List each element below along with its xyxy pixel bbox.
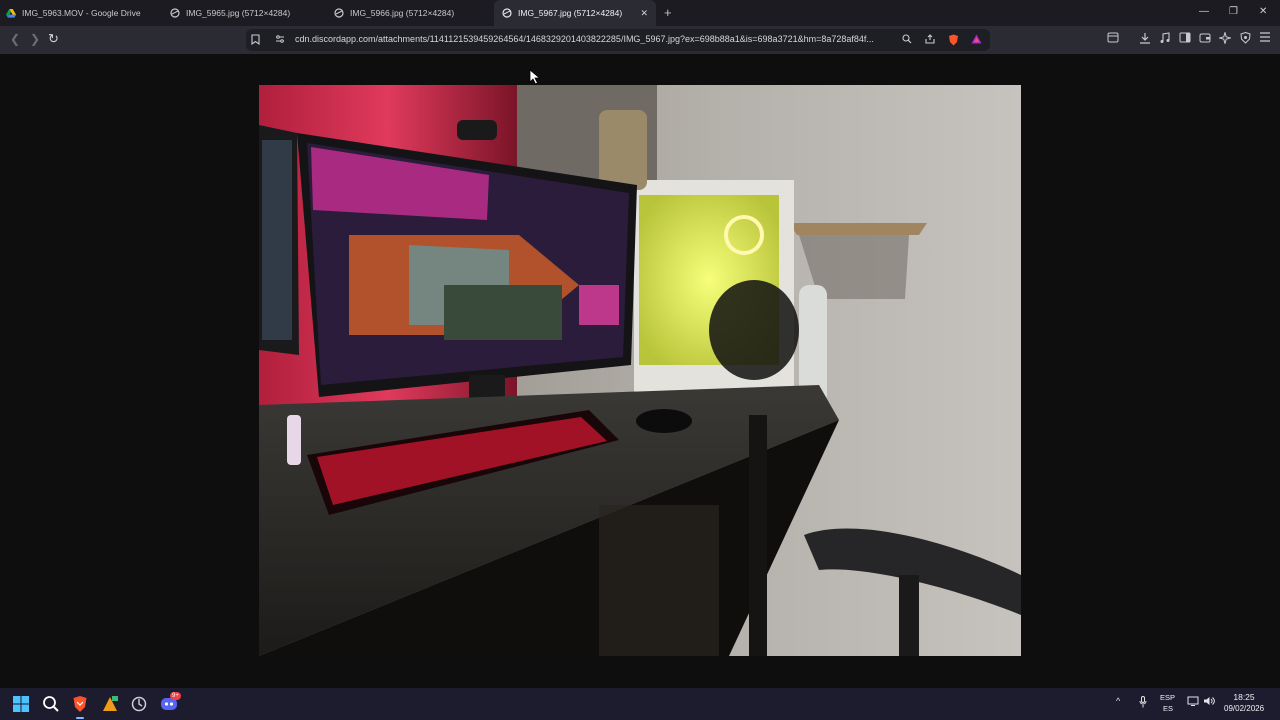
keyboard-layout[interactable]: ES: [1163, 704, 1173, 713]
menu-icon[interactable]: [1259, 32, 1271, 44]
minimize-button[interactable]: —: [1199, 6, 1209, 17]
forward-button[interactable]: ❯: [30, 32, 40, 46]
reload-button[interactable]: ↻: [48, 31, 59, 47]
globe-icon: [170, 8, 180, 18]
google-drive-icon: [6, 8, 16, 18]
tab-title: IMG_5963.MOV - Google Drive: [22, 8, 141, 18]
media-icon[interactable]: [1159, 32, 1171, 44]
brave-shields-icon[interactable]: [947, 34, 959, 46]
tab-title: IMG_5966.jpg (5712×4284): [350, 8, 455, 18]
new-tab-button[interactable]: +: [664, 5, 672, 20]
tab-title: IMG_5967.jpg (5712×4284): [518, 8, 623, 18]
tab-img-5966[interactable]: IMG_5966.jpg (5712×4284): [334, 0, 494, 26]
tab-search-icon[interactable]: [1107, 32, 1119, 44]
tab-img-5967[interactable]: IMG_5967.jpg (5712×4284) ✕: [494, 0, 656, 26]
sidebar-icon[interactable]: [1179, 32, 1191, 44]
address-bar[interactable]: cdn.discordapp.com/attachments/114112153…: [246, 29, 990, 51]
site-info-icon[interactable]: [274, 34, 286, 46]
clock-date[interactable]: 09/02/2026: [1224, 704, 1264, 713]
globe-icon: [334, 8, 344, 18]
desk-setup-photo[interactable]: [259, 85, 1021, 656]
discord-notification-badge: 9+: [170, 692, 181, 700]
clock-time[interactable]: 18:25: [1224, 692, 1264, 702]
windows-taskbar: 9+ ^ ESP ES 18:25 09/02/2026: [0, 688, 1280, 720]
show-hidden-icons-icon[interactable]: ^: [1116, 696, 1120, 706]
tab-strip: IMG_5963.MOV - Google Drive IMG_5965.jpg…: [0, 0, 1280, 26]
url-text: cdn.discordapp.com/attachments/114112153…: [295, 34, 874, 44]
brave-rewards-icon[interactable]: [970, 34, 982, 46]
tab-title: IMG_5965.jpg (5712×4284): [186, 8, 291, 18]
globe-icon: [502, 8, 512, 18]
browser-toolbar: ❮ ❯ ↻ cdn.discordapp.com/attachments/114…: [0, 26, 1280, 54]
zoom-icon[interactable]: [901, 34, 913, 46]
leo-ai-icon[interactable]: [1217, 30, 1233, 46]
network-icon[interactable]: [1187, 696, 1199, 708]
tab-img-5965[interactable]: IMG_5965.jpg (5712×4284): [170, 0, 330, 26]
close-tab-icon[interactable]: ✕: [640, 8, 648, 19]
app-icon[interactable]: [101, 695, 119, 713]
tab-google-drive[interactable]: IMG_5963.MOV - Google Drive: [6, 0, 166, 26]
wallet-icon[interactable]: [1199, 32, 1211, 44]
brave-browser-icon[interactable]: [71, 695, 89, 713]
close-window-button[interactable]: ✕: [1259, 6, 1267, 17]
input-language[interactable]: ESP: [1160, 693, 1175, 702]
bookmark-icon[interactable]: [249, 34, 261, 46]
volume-icon[interactable]: [1203, 696, 1215, 708]
windows-start-icon[interactable]: [12, 695, 30, 713]
restore-button[interactable]: ❐: [1229, 6, 1238, 17]
settings-app-icon[interactable]: [130, 695, 148, 713]
vpn-icon[interactable]: [1239, 31, 1251, 44]
mouse-cursor-icon: [529, 69, 541, 85]
active-app-indicator: [76, 717, 84, 719]
share-icon[interactable]: [924, 34, 936, 46]
image-viewer: [0, 54, 1280, 688]
download-icon[interactable]: [1139, 32, 1151, 44]
microphone-icon[interactable]: [1139, 696, 1147, 710]
back-button[interactable]: ❮: [10, 32, 20, 46]
search-icon[interactable]: [42, 695, 60, 713]
